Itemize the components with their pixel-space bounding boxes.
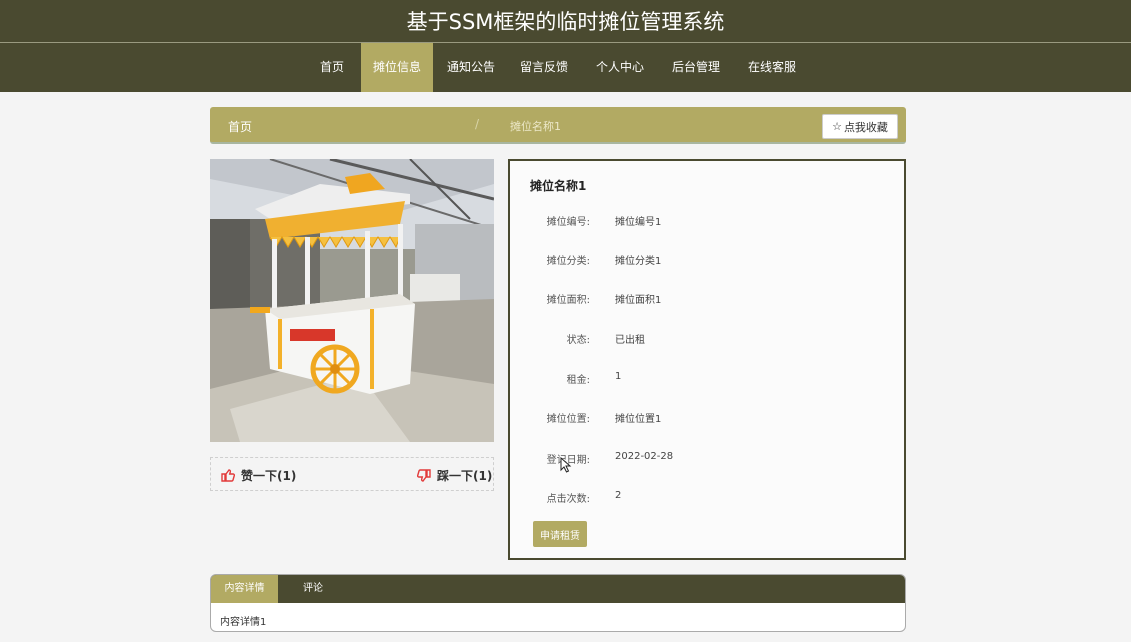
field-status: 状态: 已出租 bbox=[510, 331, 870, 347]
dislike-button[interactable]: 踩一下(1) bbox=[417, 467, 492, 484]
field-value: 已出租 bbox=[615, 335, 645, 346]
nav-item-feedback[interactable]: 留言反馈 bbox=[514, 43, 574, 92]
field-value: 1 bbox=[615, 371, 622, 382]
thumbs-up-icon bbox=[221, 469, 235, 482]
field-label: 租金: bbox=[566, 375, 590, 386]
nav-item-notices[interactable]: 通知公告 bbox=[441, 43, 501, 92]
field-label: 摊位位置: bbox=[546, 414, 590, 425]
nav-item-home[interactable]: 首页 bbox=[310, 43, 354, 92]
field-label: 摊位分类: bbox=[546, 256, 590, 267]
nav-item-admin[interactable]: 后台管理 bbox=[666, 43, 726, 92]
breadcrumb-separator: / bbox=[475, 117, 480, 131]
field-label: 摊位面积: bbox=[546, 295, 590, 306]
field-click-count: 点击次数: 2 bbox=[510, 490, 870, 506]
site-title: 基于SSM框架的临时摊位管理系统 bbox=[406, 10, 725, 34]
field-rent: 租金: 1 bbox=[510, 371, 870, 387]
tab-comments[interactable]: 评论 bbox=[291, 575, 335, 603]
tab-content-text: 内容详情1 bbox=[220, 617, 267, 628]
nav-item-personal-center[interactable]: 个人中心 bbox=[590, 43, 650, 92]
apply-rent-button[interactable]: 申请租赁 bbox=[533, 521, 587, 547]
field-label: 状态: bbox=[566, 335, 590, 346]
breadcrumb-home-link[interactable]: 首页 bbox=[228, 118, 252, 135]
favorite-button[interactable]: ☆ 点我收藏 bbox=[822, 114, 898, 139]
field-label: 登记日期: bbox=[546, 455, 590, 466]
tab-content-detail[interactable]: 内容详情 bbox=[211, 575, 278, 603]
mouse-cursor-icon bbox=[560, 457, 572, 473]
site-header: 基于SSM框架的临时摊位管理系统 bbox=[0, 0, 1131, 43]
field-value: 摊位编号1 bbox=[615, 217, 662, 228]
like-button[interactable]: 赞一下(1) bbox=[221, 467, 296, 484]
field-stall-category: 摊位分类: 摊位分类1 bbox=[510, 252, 870, 268]
field-value: 摊位位置1 bbox=[615, 414, 662, 425]
breadcrumb: 首页 / 摊位名称1 bbox=[210, 107, 906, 144]
content-tabs: 内容详情 评论 内容详情1 bbox=[210, 574, 906, 632]
field-value: 摊位分类1 bbox=[615, 256, 662, 267]
field-stall-number: 摊位编号: 摊位编号1 bbox=[510, 213, 870, 229]
nav-item-stall-info[interactable]: 摊位信息 bbox=[361, 43, 433, 92]
field-value: 摊位面积1 bbox=[615, 295, 662, 306]
nav-item-online-service[interactable]: 在线客服 bbox=[742, 43, 802, 92]
breadcrumb-current: 摊位名称1 bbox=[510, 120, 561, 133]
field-label: 摊位编号: bbox=[546, 217, 590, 228]
favorite-button-label: 点我收藏 bbox=[843, 120, 888, 134]
vote-box: 赞一下(1) 踩一下(1) bbox=[210, 457, 494, 491]
stall-photo bbox=[210, 159, 494, 442]
main-nav: 首页 摊位信息 通知公告 留言反馈 个人中心 后台管理 在线客服 bbox=[0, 43, 1131, 92]
field-stall-area: 摊位面积: 摊位面积1 bbox=[510, 291, 870, 307]
field-stall-location: 摊位位置: 摊位位置1 bbox=[510, 410, 870, 426]
field-value: 2022-02-28 bbox=[615, 451, 674, 462]
stall-name: 摊位名称1 bbox=[530, 179, 587, 193]
star-outline-icon: ☆ bbox=[832, 120, 842, 133]
thumbs-down-icon bbox=[417, 469, 431, 482]
field-label: 点击次数: bbox=[546, 494, 590, 505]
tabs-header: 内容详情 评论 bbox=[211, 575, 905, 603]
like-label: 赞一下(1) bbox=[241, 469, 297, 483]
stall-detail-panel: 摊位名称1 摊位编号: 摊位编号1 摊位分类: 摊位分类1 摊位面积: 摊位面积… bbox=[508, 159, 906, 560]
dislike-label: 踩一下(1) bbox=[437, 469, 493, 483]
field-value: 2 bbox=[615, 490, 622, 501]
